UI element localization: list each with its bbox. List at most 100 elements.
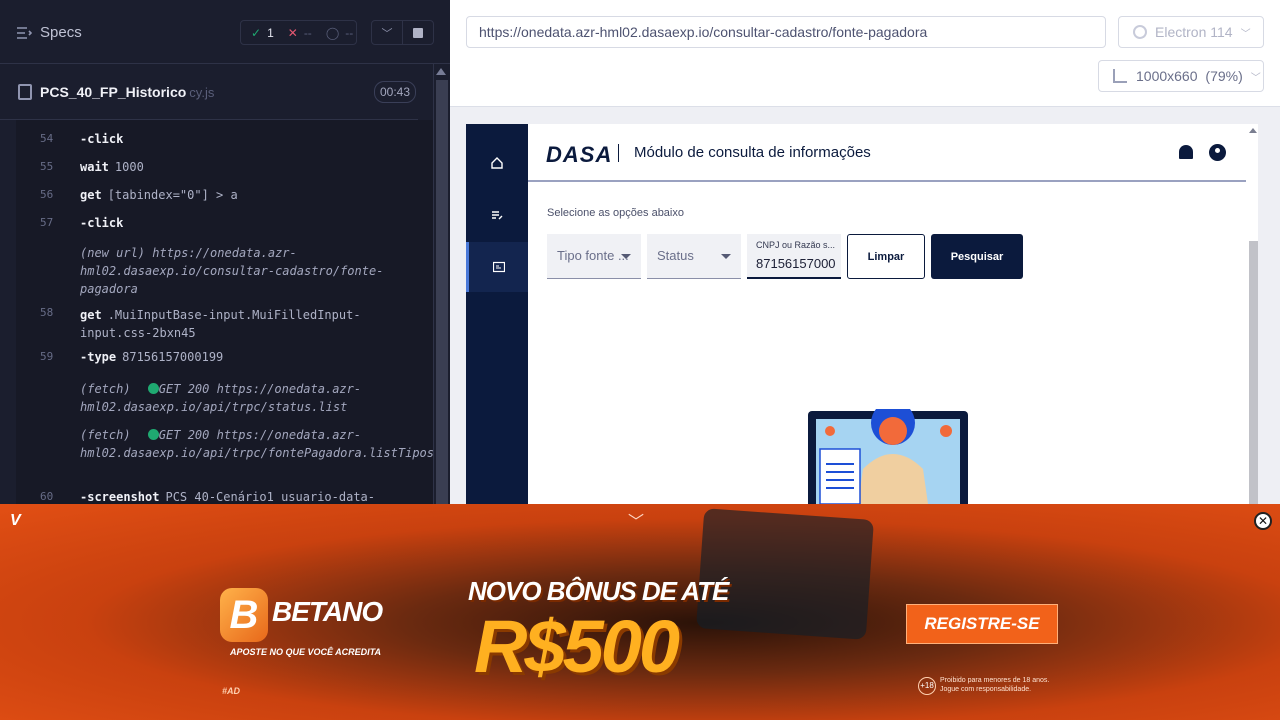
command: -type 87156157000199 xyxy=(80,350,223,364)
passed-count: 1 xyxy=(267,25,274,40)
register-button[interactable]: REGISTRE-SE xyxy=(906,604,1058,644)
status-ok-dot-icon xyxy=(147,383,159,394)
stop-icon xyxy=(413,27,423,38)
tipo-fonte-select[interactable]: Tipo fonte ... xyxy=(547,234,641,279)
clear-button[interactable]: Limpar xyxy=(847,234,925,279)
log-info: (new url) https://onedata.azr-hml02.dasa… xyxy=(80,246,384,296)
nav-consulta[interactable] xyxy=(466,242,528,292)
cnpj-field-label: CNPJ ou Razão s... xyxy=(756,240,836,250)
edit-list-icon xyxy=(492,211,503,220)
chevron-down-icon[interactable]: ﹀ xyxy=(372,21,403,44)
line-number: 55 xyxy=(40,160,54,173)
select-options-label: Selecione as opções abaixo xyxy=(547,207,684,219)
browser-label: Electron 114 xyxy=(1155,24,1233,40)
command: -screenshot PCS 40-Cenário1 usuario-data- xyxy=(80,490,375,504)
bell-icon[interactable] xyxy=(1179,145,1193,159)
close-ad-button[interactable]: ✕ xyxy=(1254,512,1272,530)
ad-brand: BETANO xyxy=(272,596,383,627)
pending-count: -- xyxy=(345,25,354,40)
viewport-ruler-icon xyxy=(1113,69,1127,83)
ad-hashtag: #AD xyxy=(222,686,241,696)
browser-selector[interactable]: Electron 114 ﹀ xyxy=(1118,16,1264,48)
spec-file-ext: cy.js xyxy=(189,85,215,100)
nav-edit-list[interactable] xyxy=(466,190,528,240)
viewport-info[interactable]: 1000x660 (79%) ﹀ xyxy=(1098,60,1264,92)
dropdown-caret-icon xyxy=(721,254,731,259)
chevron-down-icon: ﹀ xyxy=(1240,29,1251,40)
specs-label[interactable]: Specs xyxy=(40,24,82,41)
passed-check-icon: ✓ xyxy=(251,25,262,40)
scroll-up-icon[interactable] xyxy=(1249,128,1257,133)
empty-state-illustration xyxy=(808,409,968,504)
app-scroll-thumb[interactable] xyxy=(1249,241,1258,504)
cnpj-field-value[interactable]: 87156157000 xyxy=(756,256,836,271)
age-restriction-badge: +18 xyxy=(918,677,936,695)
command-arg: PCS 40-Cenário1 usuario-data- xyxy=(165,490,375,504)
command-name: -click xyxy=(80,216,124,230)
failed-count: -- xyxy=(303,25,312,40)
viewport-zoom: (79%) xyxy=(1205,68,1243,84)
user-account-icon[interactable] xyxy=(1209,144,1226,161)
ad-amount: R$500 xyxy=(474,605,680,688)
betano-logo-icon: B xyxy=(220,588,268,642)
cnpj-input[interactable]: CNPJ ou Razão s... 87156157000 xyxy=(747,234,841,279)
command-name: get xyxy=(80,308,102,322)
scroll-up-icon[interactable] xyxy=(436,68,446,75)
url-bar[interactable]: https://onedata.azr-hml02.dasaexp.io/con… xyxy=(466,16,1106,48)
viewport-size: 1000x660 xyxy=(1136,68,1198,84)
line-number: 54 xyxy=(40,132,54,145)
log-info: (fetch) GET 200 https://onedata.azr-hml0… xyxy=(80,428,433,460)
ad-headline: NOVO BÔNUS DE ATÉ xyxy=(468,576,729,606)
ad-badge[interactable]: V xyxy=(10,512,21,530)
search-button[interactable]: Pesquisar xyxy=(931,234,1023,279)
ad-legal-text: Proibido para menores de 18 anos. Jogue … xyxy=(940,677,1050,693)
collapse-chevron-icon[interactable]: ﹀ xyxy=(628,508,644,532)
electron-icon xyxy=(1133,25,1147,39)
home-icon xyxy=(491,157,503,169)
log-info: (fetch) GET 200 https://onedata.azr-hml0… xyxy=(80,382,362,414)
side-nav xyxy=(466,124,528,504)
command-name: -type xyxy=(80,350,117,364)
status-value: Status xyxy=(657,248,694,263)
id-card-icon xyxy=(492,261,505,273)
line-number: 56 xyxy=(40,188,54,201)
file-icon xyxy=(18,84,32,100)
status-select[interactable]: Status xyxy=(647,234,741,279)
stop-button[interactable] xyxy=(403,21,433,44)
command-name: get xyxy=(80,188,102,202)
run-duration: 00:43 xyxy=(374,81,417,103)
dasa-logo[interactable]: DASA xyxy=(546,142,612,168)
tipo-fonte-value: Tipo fonte ... xyxy=(557,248,629,263)
test-stats: ✓ 1 ✕ -- ◯ -- xyxy=(240,20,357,45)
command: -click xyxy=(80,132,123,146)
command-arg: 87156157000199 xyxy=(122,350,224,364)
ad-tagline: APOSTE NO QUE VOCÊ ACREDITA xyxy=(230,647,382,657)
command-arg: .MuiInputBase-input.MuiFilledInput-input… xyxy=(80,308,361,340)
command-arg: [tabindex="0"] > a xyxy=(107,188,238,202)
line-number: 57 xyxy=(40,216,54,229)
spec-file-name[interactable]: PCS_40_FP_Historico cy.js xyxy=(40,84,214,100)
line-number: 59 xyxy=(40,350,54,363)
line-number: 60 xyxy=(40,490,54,503)
command: -click xyxy=(80,216,123,230)
command: wait 1000 xyxy=(80,160,144,174)
runner-controls: ﹀ xyxy=(371,20,434,45)
ad-banner[interactable]: V ﹀ ✕ B BETANO APOSTE NO QUE VOCÊ ACREDI… xyxy=(0,504,1280,720)
command-arg: 1000 xyxy=(114,160,144,174)
ad-phone-image xyxy=(696,508,874,640)
log-scroll-thumb[interactable] xyxy=(436,80,448,510)
nav-home[interactable] xyxy=(466,138,528,188)
page-title: Módulo de consulta de informações xyxy=(634,144,871,161)
line-number: 58 xyxy=(40,306,54,319)
status-ok-dot-icon xyxy=(147,429,159,440)
app-scrollbar[interactable] xyxy=(1247,124,1258,504)
aut-toolbar: https://onedata.azr-hml02.dasaexp.io/con… xyxy=(450,0,1280,107)
failed-x-icon: ✕ xyxy=(287,25,298,40)
app-frame: DASA Módulo de consulta de informações S… xyxy=(466,124,1258,504)
specs-list-icon[interactable] xyxy=(16,26,32,40)
command-name: -screenshot xyxy=(80,490,160,504)
chevron-down-icon: ﹀ xyxy=(1250,73,1261,84)
age-value: 18 xyxy=(924,681,934,690)
dropdown-caret-icon xyxy=(621,254,631,259)
command-log: 54 -click 55 wait 1000 56 get [tabindex="0… xyxy=(16,120,433,504)
